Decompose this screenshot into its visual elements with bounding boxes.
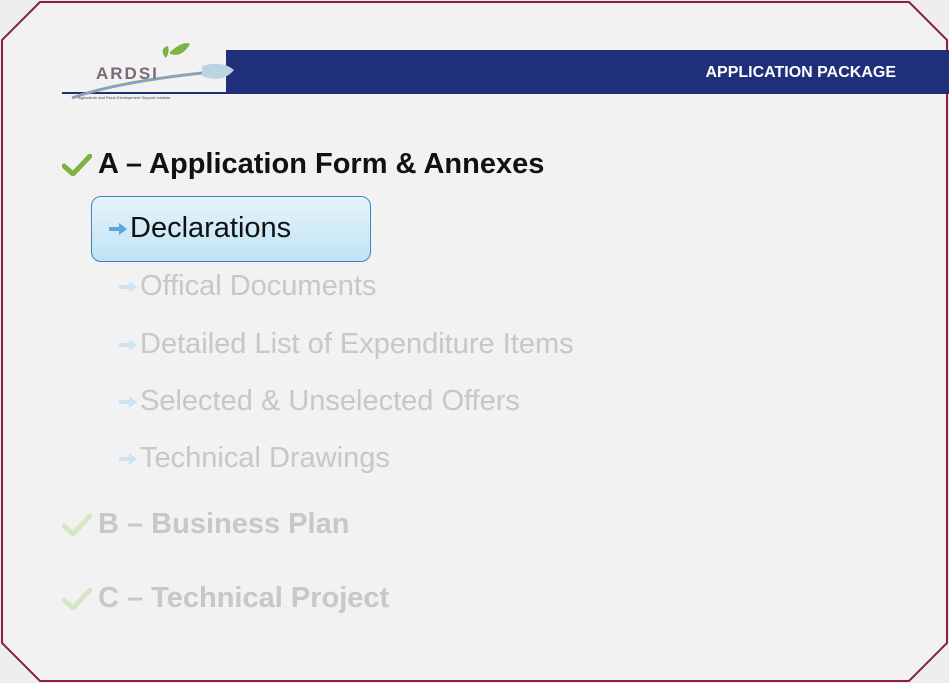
section-a: A – Application Form & Annexes	[62, 148, 544, 181]
item-offers[interactable]: Selected & Unselected Offers	[118, 385, 520, 418]
item-declarations-label: Declarations	[130, 212, 292, 244]
item-official-documents-label: Offical Documents	[140, 270, 377, 302]
checkmark-icon	[62, 154, 92, 177]
logo-subtitle: Agriculture and Rural Development Suppor…	[78, 95, 171, 100]
logo-text: ARDSI	[96, 64, 159, 83]
page-title: APPLICATION PACKAGE	[705, 64, 896, 81]
item-declarations[interactable]: Declarations	[108, 212, 291, 245]
header-banner: APPLICATION PACKAGE	[226, 50, 949, 94]
section-c[interactable]: C – Technical Project	[62, 582, 389, 615]
arrow-right-icon	[119, 281, 137, 294]
arrow-right-icon	[119, 396, 137, 409]
item-technical-drawings[interactable]: Technical Drawings	[118, 442, 390, 475]
item-expenditure-list[interactable]: Detailed List of Expenditure Items	[118, 328, 574, 361]
arrow-right-icon	[119, 453, 137, 466]
item-official-documents[interactable]: Offical Documents	[118, 270, 376, 303]
item-offers-label: Selected & Unselected Offers	[140, 385, 520, 417]
item-technical-drawings-label: Technical Drawings	[140, 442, 390, 474]
checkmark-icon	[62, 588, 92, 611]
arrow-right-icon	[109, 223, 127, 236]
section-a-label: A – Application Form & Annexes	[98, 148, 545, 180]
section-b[interactable]: B – Business Plan	[62, 508, 349, 541]
item-expenditure-list-label: Detailed List of Expenditure Items	[140, 328, 574, 360]
section-c-label: C – Technical Project	[98, 582, 390, 614]
checkmark-icon	[62, 514, 92, 537]
section-b-label: B – Business Plan	[98, 508, 350, 540]
arrow-right-icon	[119, 339, 137, 352]
